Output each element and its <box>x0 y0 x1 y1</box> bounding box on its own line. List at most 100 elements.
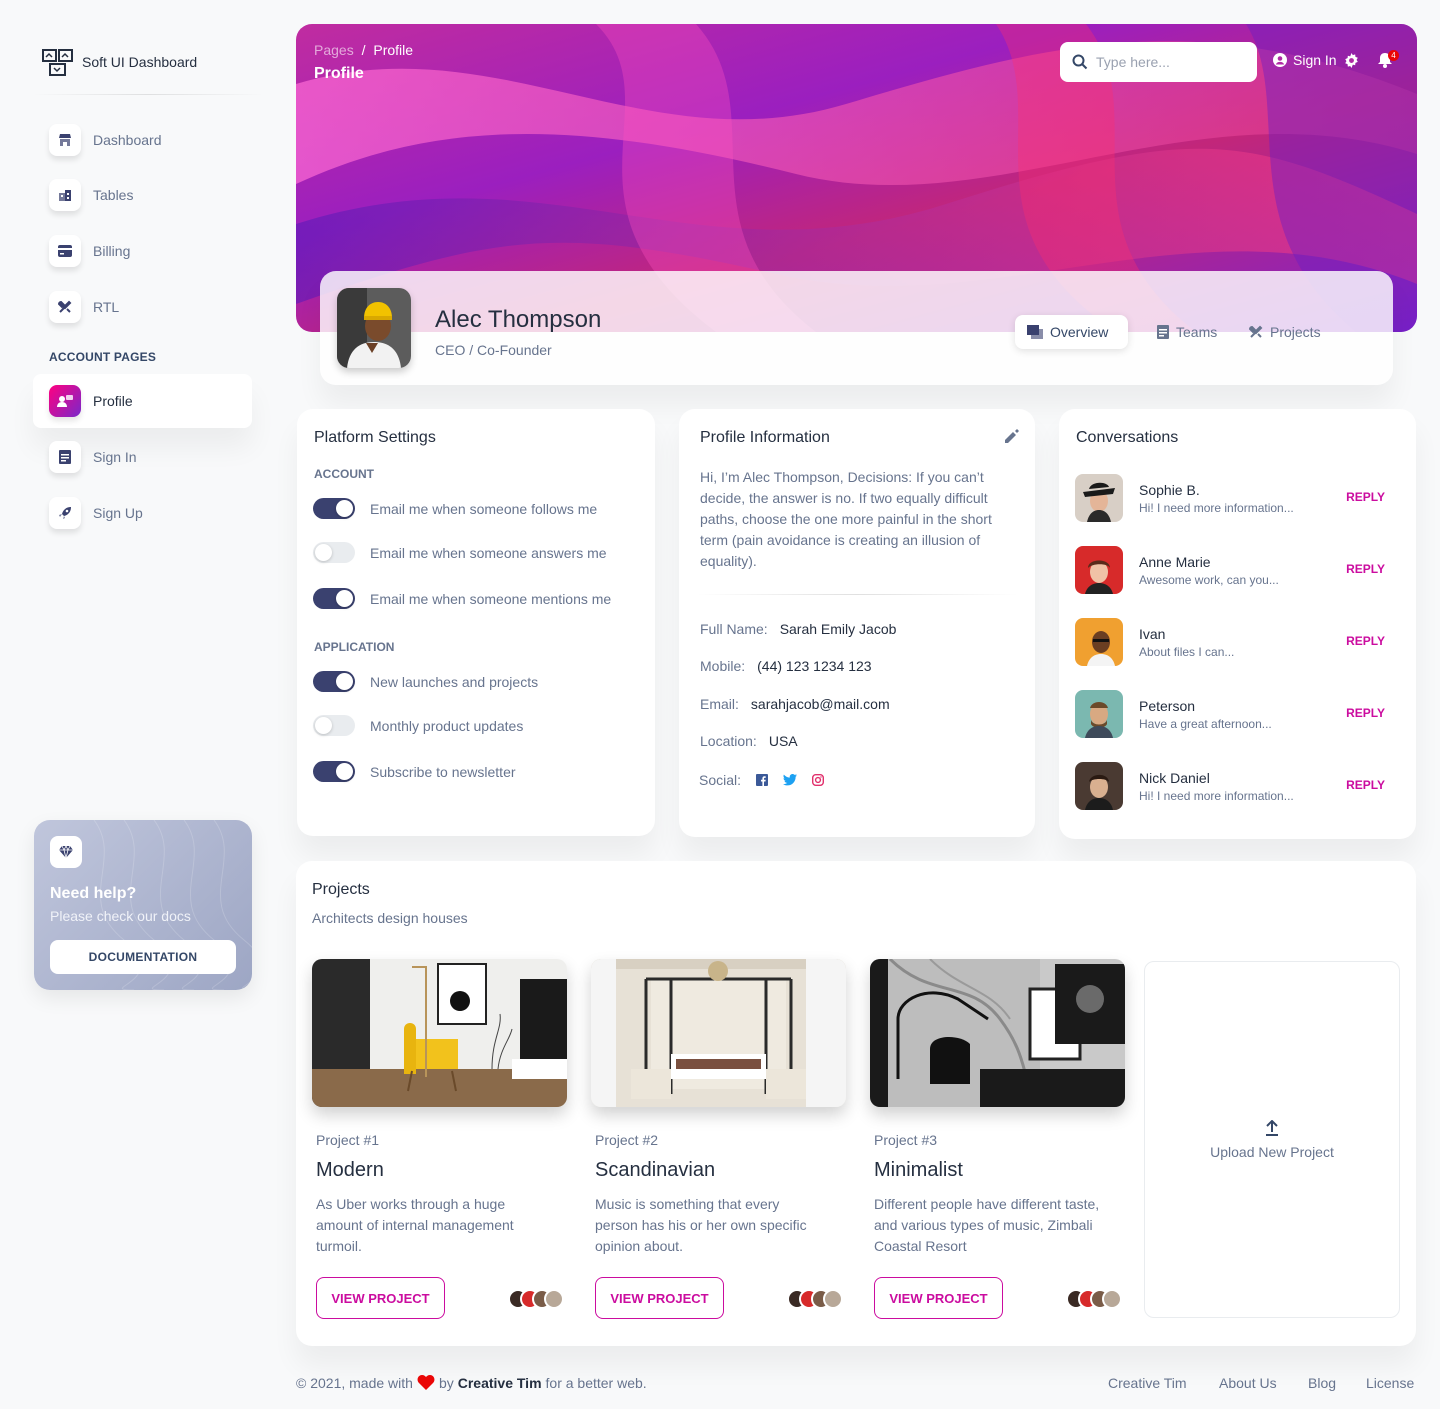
projects-card: Projects Architects design houses Projec… <box>296 861 1416 1346</box>
avatar <box>1075 546 1123 594</box>
avatar[interactable] <box>1102 1289 1122 1309</box>
conversation-item: Anne Marie Awesome work, can you... REPL… <box>1075 546 1399 594</box>
setting-label: Email me when someone mentions me <box>370 590 612 607</box>
conversation-message: Hi! I need more information... <box>1139 789 1294 803</box>
reply-link[interactable]: REPLY <box>1346 778 1385 792</box>
sidebar-item-label: Sign Up <box>93 505 143 521</box>
info-value: (44) 123 1234 123 <box>757 658 872 674</box>
toggle-switch[interactable] <box>313 588 355 609</box>
heart-icon <box>417 1375 435 1390</box>
sidebar-item-billing[interactable]: Billing <box>33 224 252 278</box>
sidebar-item-dashboard[interactable]: Dashboard <box>33 113 252 167</box>
project-number: Project #3 <box>874 1132 938 1148</box>
edit-icon[interactable] <box>1005 429 1019 443</box>
twitter-icon[interactable] <box>783 773 798 787</box>
card-title: Projects <box>312 881 370 898</box>
tab-teams[interactable]: Teams <box>1145 315 1229 349</box>
breadcrumb-parent[interactable]: Pages <box>314 42 354 58</box>
facebook-icon[interactable] <box>755 773 769 787</box>
avatar[interactable] <box>544 1289 564 1309</box>
avatar <box>1075 618 1123 666</box>
search-box[interactable] <box>1060 42 1257 82</box>
tab-label: Overview <box>1050 324 1109 340</box>
conversation-name: Peterson <box>1139 698 1196 714</box>
conversation-name: Sophie B. <box>1139 482 1200 498</box>
card-title: Profile Information <box>700 429 830 446</box>
help-title: Need help? <box>50 885 137 902</box>
conversation-message: About files I can... <box>1139 645 1235 659</box>
toggle-switch[interactable] <box>313 715 355 736</box>
avatar-group <box>508 1289 566 1309</box>
footer-link-creative-tim[interactable]: Creative Tim <box>1108 1375 1187 1391</box>
help-card: Need help? Please check our docs DOCUMEN… <box>34 820 252 990</box>
footer-author[interactable]: Creative Tim <box>458 1375 542 1391</box>
toggle-switch[interactable] <box>313 498 355 519</box>
sidebar-item-rtl[interactable]: RTL <box>33 280 252 334</box>
reply-link[interactable]: REPLY <box>1346 706 1385 720</box>
project-card: Project #1 Modern As Uber works through … <box>312 959 567 1319</box>
setting-label: Email me when someone answers me <box>370 544 607 561</box>
toggle-switch[interactable] <box>313 761 355 782</box>
avatar <box>1075 474 1123 522</box>
document-icon <box>49 441 81 473</box>
gear-icon[interactable] <box>1344 53 1359 68</box>
office-icon <box>49 179 81 211</box>
search-input[interactable] <box>1096 54 1246 70</box>
tab-overview[interactable]: Overview <box>1015 315 1128 349</box>
avatar-group <box>1066 1289 1124 1309</box>
project-description: As Uber works through a huge amount of i… <box>316 1196 514 1254</box>
sidebar-item-sign-up[interactable]: Sign Up <box>33 486 252 540</box>
avatar[interactable] <box>823 1289 843 1309</box>
tab-projects[interactable]: Projects <box>1237 315 1333 349</box>
project-image[interactable] <box>312 959 567 1107</box>
footer-link-blog[interactable]: Blog <box>1308 1375 1336 1391</box>
sidebar-item-tables[interactable]: Tables <box>33 168 252 222</box>
documentation-button[interactable]: DOCUMENTATION <box>50 940 236 974</box>
sign-in-link[interactable]: Sign In <box>1273 52 1337 68</box>
footer-by: by <box>438 1375 454 1391</box>
sidebar-item-label: Profile <box>93 393 133 409</box>
upload-new-project[interactable]: Upload New Project <box>1144 961 1400 1318</box>
brand[interactable]: Soft UI Dashboard <box>42 46 197 77</box>
view-project-button[interactable]: VIEW PROJECT <box>316 1277 445 1319</box>
project-image[interactable] <box>870 959 1125 1107</box>
reply-link[interactable]: REPLY <box>1346 634 1385 648</box>
sidebar-item-sign-in[interactable]: Sign In <box>33 430 252 484</box>
info-label: Email: <box>700 696 739 712</box>
instagram-icon[interactable] <box>811 773 825 787</box>
notification-badge: 4 <box>1388 50 1399 61</box>
project-number: Project #2 <box>595 1132 659 1148</box>
profile-name: Alec Thompson <box>435 306 602 333</box>
setting-monthly-updates: Monthly product updates <box>313 715 523 736</box>
info-email: Email: sarahjacob@mail.com <box>700 696 890 712</box>
project-image[interactable] <box>591 959 846 1107</box>
conversation-name: Anne Marie <box>1139 554 1211 570</box>
section-title-account-pages: ACCOUNT PAGES <box>49 350 157 364</box>
view-project-button[interactable]: VIEW PROJECT <box>874 1277 1003 1319</box>
setting-launches: New launches and projects <box>313 671 538 692</box>
toggle-switch[interactable] <box>313 671 355 692</box>
view-project-button[interactable]: VIEW PROJECT <box>595 1277 724 1319</box>
setting-mentions: Email me when someone mentions me <box>313 588 611 609</box>
sidebar-item-label: Sign In <box>93 449 137 465</box>
conversation-name: Nick Daniel <box>1139 770 1210 786</box>
reply-link[interactable]: REPLY <box>1346 562 1385 576</box>
overview-icon <box>1027 325 1043 339</box>
setting-follows: Email me when someone follows me <box>313 498 597 519</box>
conversation-item: Sophie B. Hi! I need more information...… <box>1075 474 1399 522</box>
project-card: Project #2 Scandinavian Music is somethi… <box>591 959 846 1319</box>
footer-link-about-us[interactable]: About Us <box>1219 1375 1277 1391</box>
toggle-switch[interactable] <box>313 542 355 563</box>
footer-link-license[interactable]: License <box>1366 1375 1414 1391</box>
footer-copyright: © 2021, made with by Creative Tim for a … <box>296 1375 647 1391</box>
avatar-group <box>787 1289 845 1309</box>
project-card: Project #3 Minimalist Different people h… <box>870 959 1125 1319</box>
info-mobile: Mobile: (44) 123 1234 123 <box>700 658 872 674</box>
info-location: Location: USA <box>700 733 798 749</box>
brand-name: Soft UI Dashboard <box>82 53 198 70</box>
conversation-item: Peterson Have a great afternoon... REPLY <box>1075 690 1399 738</box>
avatar <box>337 288 411 368</box>
sidebar-item-profile[interactable]: Profile <box>33 374 252 428</box>
footer-prefix: © 2021, made with <box>296 1375 413 1391</box>
reply-link[interactable]: REPLY <box>1346 490 1385 504</box>
